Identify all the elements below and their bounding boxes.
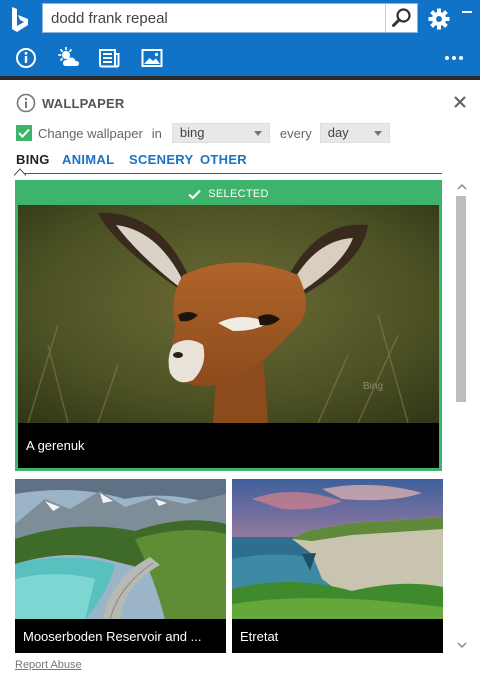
chevron-down-icon[interactable] [457,640,467,650]
search-icon [391,8,411,27]
chevron-up-icon[interactable] [457,182,467,192]
news-icon [99,49,120,68]
tab-bing[interactable]: BING [16,152,50,167]
bing-logo-icon[interactable] [0,0,40,40]
tab-other[interactable]: OTHER [200,152,247,167]
chevron-down-icon [253,131,262,136]
info-icon [16,93,36,113]
wallpaper-controls: Change wallpaper in bing every day [16,122,390,144]
change-wallpaper-label: Change wallpaper [38,125,143,141]
source-dropdown-value: bing [179,125,205,140]
wallpaper-tile-caption: Etretat [232,619,443,653]
toolbar-divider [0,76,480,80]
settings-button[interactable] [424,4,454,34]
weather-icon [58,47,79,66]
scrollbar[interactable] [454,180,468,655]
source-dropdown[interactable]: bing [171,123,270,143]
in-label: in [151,125,162,141]
gerenuk-image: Bing [18,205,439,423]
search-box [42,3,418,33]
active-tab-indicator [14,168,26,176]
selected-wallpaper-tile[interactable]: SELECTED Bing A gerenuk [15,180,442,471]
scrollbar-thumb[interactable] [456,196,466,402]
wallpaper-tile-etretat[interactable]: Etretat [232,479,443,653]
minimize-icon [462,11,472,13]
wallpaper-button[interactable] [139,46,165,70]
top-bar [0,0,480,40]
report-abuse-link[interactable]: Report Abuse [15,659,82,671]
panel-title: WALLPAPER [42,95,125,111]
weather-button[interactable] [56,46,82,70]
mooserboden-image [15,479,226,620]
every-label: every [279,125,312,141]
interval-dropdown-value: day [327,125,349,140]
news-button[interactable] [96,46,122,70]
search-button[interactable] [385,4,417,32]
search-input[interactable] [43,4,385,32]
etretat-image [232,479,443,620]
wallpaper-icon [141,49,163,67]
close-icon [454,96,466,108]
change-wallpaper-checkbox[interactable] [16,125,32,141]
info-icon [16,48,36,68]
info-button[interactable] [13,46,39,70]
bing-watermark: Bing [363,381,383,392]
category-tabs: BING ANIMAL SCENERY OTHER [16,150,442,174]
checkmark-icon [188,189,201,199]
tab-scenery[interactable]: SCENERY [129,152,193,167]
checkmark-icon [18,128,30,138]
minimize-button[interactable] [458,4,476,20]
close-button[interactable] [452,94,468,110]
interval-dropdown[interactable]: day [319,123,390,143]
selected-badge: SELECTED [18,183,439,205]
chevron-down-icon [373,131,382,136]
panel-header: WALLPAPER [16,92,124,114]
selected-badge-label: SELECTED [208,188,269,200]
wallpaper-tile-caption: Mooserboden Reservoir and ... [15,619,226,653]
wallpaper-tile-mooserboden[interactable]: Mooserboden Reservoir and ... [15,479,226,653]
more-button[interactable] [441,46,467,70]
selected-wallpaper-caption: A gerenuk [18,423,439,468]
gear-icon [428,8,450,30]
tab-animal[interactable]: ANIMAL [62,152,114,167]
toolbar [0,40,480,76]
more-icon [445,56,463,60]
